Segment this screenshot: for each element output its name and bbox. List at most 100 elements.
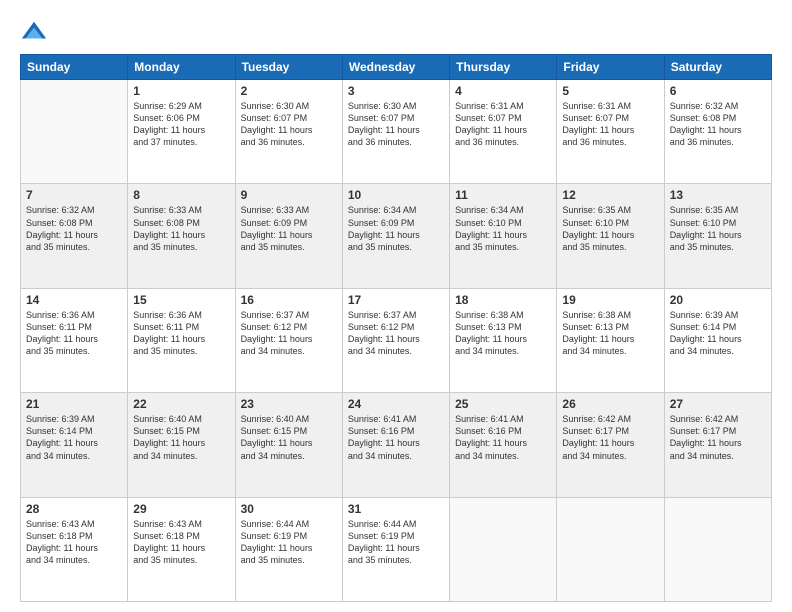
weekday-header-monday: Monday: [128, 55, 235, 80]
day-number: 4: [455, 84, 551, 98]
cell-info: Sunrise: 6:39 AMSunset: 6:14 PMDaylight:…: [670, 309, 766, 358]
cell-info: Sunrise: 6:40 AMSunset: 6:15 PMDaylight:…: [241, 413, 337, 462]
cell-info: Sunrise: 6:35 AMSunset: 6:10 PMDaylight:…: [562, 204, 658, 253]
empty-cell: [450, 497, 557, 601]
day-number: 28: [26, 502, 122, 516]
cell-info: Sunrise: 6:40 AMSunset: 6:15 PMDaylight:…: [133, 413, 229, 462]
calendar-day-cell: 11 Sunrise: 6:34 AMSunset: 6:10 PMDayligh…: [450, 184, 557, 288]
calendar-day-cell: 23 Sunrise: 6:40 AMSunset: 6:15 PMDayligh…: [235, 393, 342, 497]
cell-info: Sunrise: 6:39 AMSunset: 6:14 PMDaylight:…: [26, 413, 122, 462]
day-number: 2: [241, 84, 337, 98]
calendar-day-cell: 5 Sunrise: 6:31 AMSunset: 6:07 PMDaylight…: [557, 80, 664, 184]
logo: [20, 18, 52, 46]
day-number: 21: [26, 397, 122, 411]
day-number: 3: [348, 84, 444, 98]
day-number: 11: [455, 188, 551, 202]
calendar-day-cell: 3 Sunrise: 6:30 AMSunset: 6:07 PMDaylight…: [342, 80, 449, 184]
empty-cell: [21, 80, 128, 184]
day-number: 9: [241, 188, 337, 202]
calendar-day-cell: 28 Sunrise: 6:43 AMSunset: 6:18 PMDayligh…: [21, 497, 128, 601]
day-number: 10: [348, 188, 444, 202]
day-number: 15: [133, 293, 229, 307]
day-number: 8: [133, 188, 229, 202]
cell-info: Sunrise: 6:41 AMSunset: 6:16 PMDaylight:…: [455, 413, 551, 462]
weekday-header-tuesday: Tuesday: [235, 55, 342, 80]
calendar-day-cell: 27 Sunrise: 6:42 AMSunset: 6:17 PMDayligh…: [664, 393, 771, 497]
cell-info: Sunrise: 6:37 AMSunset: 6:12 PMDaylight:…: [348, 309, 444, 358]
cell-info: Sunrise: 6:31 AMSunset: 6:07 PMDaylight:…: [562, 100, 658, 149]
calendar-day-cell: 7Sunrise: 6:32 AMSunset: 6:08 PMDaylight…: [21, 184, 128, 288]
calendar-day-cell: 18Sunrise: 6:38 AMSunset: 6:13 PMDayligh…: [450, 288, 557, 392]
day-number: 24: [348, 397, 444, 411]
cell-info: Sunrise: 6:36 AMSunset: 6:11 PMDaylight:…: [133, 309, 229, 358]
calendar-day-cell: 10 Sunrise: 6:34 AMSunset: 6:09 PMDayligh…: [342, 184, 449, 288]
calendar-day-cell: 15 Sunrise: 6:36 AMSunset: 6:11 PMDayligh…: [128, 288, 235, 392]
cell-info: Sunrise: 6:44 AMSunset: 6:19 PMDaylight:…: [348, 518, 444, 567]
calendar-day-cell: 4 Sunrise: 6:31 AMSunset: 6:07 PMDaylight…: [450, 80, 557, 184]
cell-info: Sunrise: 6:43 AMSunset: 6:18 PMDaylight:…: [26, 518, 122, 567]
calendar-day-cell: 25Sunrise: 6:41 AMSunset: 6:16 PMDayligh…: [450, 393, 557, 497]
calendar-day-cell: 26 Sunrise: 6:42 AMSunset: 6:17 PMDayligh…: [557, 393, 664, 497]
calendar-week-row: 1 Sunrise: 6:29 AMSunset: 6:06 PMDaylight…: [21, 80, 772, 184]
cell-info: Sunrise: 6:33 AMSunset: 6:08 PMDaylight:…: [133, 204, 229, 253]
day-number: 6: [670, 84, 766, 98]
page: SundayMondayTuesdayWednesdayThursdayFrid…: [0, 0, 792, 612]
cell-info: Sunrise: 6:35 AMSunset: 6:10 PMDaylight:…: [670, 204, 766, 253]
day-number: 13: [670, 188, 766, 202]
day-number: 27: [670, 397, 766, 411]
calendar-day-cell: 16 Sunrise: 6:37 AMSunset: 6:12 PMDayligh…: [235, 288, 342, 392]
cell-info: Sunrise: 6:41 AMSunset: 6:16 PMDaylight:…: [348, 413, 444, 462]
cell-info: Sunrise: 6:36 AMSunset: 6:11 PMDaylight:…: [26, 309, 122, 358]
cell-info: Sunrise: 6:38 AMSunset: 6:13 PMDaylight:…: [562, 309, 658, 358]
cell-info: Sunrise: 6:31 AMSunset: 6:07 PMDaylight:…: [455, 100, 551, 149]
cell-info: Sunrise: 6:43 AMSunset: 6:18 PMDaylight:…: [133, 518, 229, 567]
day-number: 19: [562, 293, 658, 307]
day-number: 17: [348, 293, 444, 307]
weekday-header-friday: Friday: [557, 55, 664, 80]
calendar-day-cell: 9 Sunrise: 6:33 AMSunset: 6:09 PMDaylight…: [235, 184, 342, 288]
calendar-day-cell: 20Sunrise: 6:39 AMSunset: 6:14 PMDayligh…: [664, 288, 771, 392]
weekday-header-sunday: Sunday: [21, 55, 128, 80]
day-number: 26: [562, 397, 658, 411]
day-number: 1: [133, 84, 229, 98]
cell-info: Sunrise: 6:34 AMSunset: 6:10 PMDaylight:…: [455, 204, 551, 253]
day-number: 7: [26, 188, 122, 202]
header: [20, 18, 772, 46]
day-number: 12: [562, 188, 658, 202]
calendar-header-row: SundayMondayTuesdayWednesdayThursdayFrid…: [21, 55, 772, 80]
cell-info: Sunrise: 6:38 AMSunset: 6:13 PMDaylight:…: [455, 309, 551, 358]
cell-info: Sunrise: 6:34 AMSunset: 6:09 PMDaylight:…: [348, 204, 444, 253]
calendar-day-cell: 29Sunrise: 6:43 AMSunset: 6:18 PMDayligh…: [128, 497, 235, 601]
calendar-day-cell: 19 Sunrise: 6:38 AMSunset: 6:13 PMDayligh…: [557, 288, 664, 392]
calendar-day-cell: 31 Sunrise: 6:44 AMSunset: 6:19 PMDayligh…: [342, 497, 449, 601]
cell-info: Sunrise: 6:37 AMSunset: 6:12 PMDaylight:…: [241, 309, 337, 358]
calendar-day-cell: 8 Sunrise: 6:33 AMSunset: 6:08 PMDaylight…: [128, 184, 235, 288]
day-number: 30: [241, 502, 337, 516]
weekday-header-thursday: Thursday: [450, 55, 557, 80]
calendar-day-cell: 14Sunrise: 6:36 AMSunset: 6:11 PMDayligh…: [21, 288, 128, 392]
cell-info: Sunrise: 6:44 AMSunset: 6:19 PMDaylight:…: [241, 518, 337, 567]
day-number: 22: [133, 397, 229, 411]
day-number: 23: [241, 397, 337, 411]
calendar-day-cell: 22 Sunrise: 6:40 AMSunset: 6:15 PMDayligh…: [128, 393, 235, 497]
calendar-day-cell: 13 Sunrise: 6:35 AMSunset: 6:10 PMDayligh…: [664, 184, 771, 288]
calendar-table: SundayMondayTuesdayWednesdayThursdayFrid…: [20, 54, 772, 602]
cell-info: Sunrise: 6:32 AMSunset: 6:08 PMDaylight:…: [670, 100, 766, 149]
weekday-header-saturday: Saturday: [664, 55, 771, 80]
calendar-day-cell: 24 Sunrise: 6:41 AMSunset: 6:16 PMDayligh…: [342, 393, 449, 497]
calendar-week-row: 28 Sunrise: 6:43 AMSunset: 6:18 PMDayligh…: [21, 497, 772, 601]
cell-info: Sunrise: 6:42 AMSunset: 6:17 PMDaylight:…: [670, 413, 766, 462]
cell-info: Sunrise: 6:29 AMSunset: 6:06 PMDaylight:…: [133, 100, 229, 149]
calendar-day-cell: 2 Sunrise: 6:30 AMSunset: 6:07 PMDaylight…: [235, 80, 342, 184]
calendar-week-row: 14Sunrise: 6:36 AMSunset: 6:11 PMDayligh…: [21, 288, 772, 392]
calendar-day-cell: 12 Sunrise: 6:35 AMSunset: 6:10 PMDayligh…: [557, 184, 664, 288]
day-number: 5: [562, 84, 658, 98]
cell-info: Sunrise: 6:42 AMSunset: 6:17 PMDaylight:…: [562, 413, 658, 462]
cell-info: Sunrise: 6:30 AMSunset: 6:07 PMDaylight:…: [348, 100, 444, 149]
empty-cell: [664, 497, 771, 601]
cell-info: Sunrise: 6:33 AMSunset: 6:09 PMDaylight:…: [241, 204, 337, 253]
cell-info: Sunrise: 6:30 AMSunset: 6:07 PMDaylight:…: [241, 100, 337, 149]
calendar-day-cell: 30 Sunrise: 6:44 AMSunset: 6:19 PMDayligh…: [235, 497, 342, 601]
day-number: 31: [348, 502, 444, 516]
day-number: 16: [241, 293, 337, 307]
